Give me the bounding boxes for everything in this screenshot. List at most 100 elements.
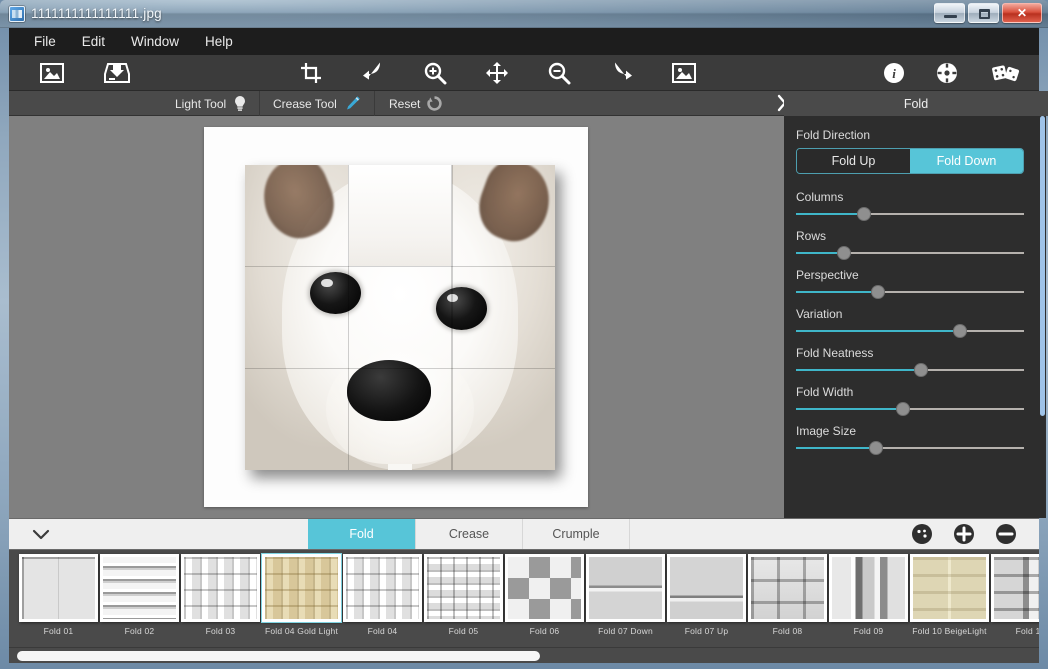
light-tool-label: Light Tool bbox=[175, 97, 226, 111]
scrollbar-thumb[interactable] bbox=[17, 651, 540, 661]
slider-perspective-knob[interactable] bbox=[871, 285, 885, 299]
remove-icon[interactable] bbox=[995, 523, 1017, 545]
minimize-button[interactable] bbox=[934, 3, 965, 23]
preset-tab-bar: Fold Crease Crumple bbox=[9, 518, 1039, 550]
slider-variation-track[interactable] bbox=[796, 330, 1024, 332]
panel-scrollbar[interactable] bbox=[1039, 116, 1046, 518]
slider-columns-label: Columns bbox=[796, 190, 1025, 204]
preset-label: Fold 09 bbox=[829, 626, 908, 636]
slider-columns-group: Columns bbox=[796, 190, 1025, 215]
slider-image-size-label: Image Size bbox=[796, 424, 1025, 438]
collapse-chevron-down-icon[interactable] bbox=[9, 519, 73, 549]
pan-move-icon[interactable] bbox=[476, 57, 518, 89]
slider-rows-knob[interactable] bbox=[837, 246, 851, 260]
slider-columns-track[interactable] bbox=[796, 213, 1024, 215]
slider-fold-width-group: Fold Width bbox=[796, 385, 1025, 410]
preset-item[interactable]: Fold 04 bbox=[343, 554, 422, 636]
slider-image-size-group: Image Size bbox=[796, 424, 1025, 449]
menu-bar: File Edit Window Help bbox=[9, 28, 1039, 55]
presets-icon[interactable] bbox=[985, 57, 1027, 89]
fold-direction-label: Fold Direction bbox=[796, 128, 1025, 142]
preset-label: Fold 02 bbox=[100, 626, 179, 636]
preset-label: Fold 08 bbox=[748, 626, 827, 636]
slider-rows-track[interactable] bbox=[796, 252, 1024, 254]
preset-label: Fold 07 Down bbox=[586, 626, 665, 636]
add-icon[interactable] bbox=[953, 523, 975, 545]
tab-crumple[interactable]: Crumple bbox=[522, 519, 629, 549]
slider-fold-width-track[interactable] bbox=[796, 408, 1024, 410]
info-icon[interactable]: i bbox=[873, 57, 915, 89]
slider-image-size-knob[interactable] bbox=[869, 441, 883, 455]
menu-edit[interactable]: Edit bbox=[69, 31, 118, 52]
slider-fold-width-label: Fold Width bbox=[796, 385, 1025, 399]
slider-rows-label: Rows bbox=[796, 229, 1025, 243]
slider-variation-knob[interactable] bbox=[953, 324, 967, 338]
fold-down-option[interactable]: Fold Down bbox=[910, 149, 1023, 173]
light-tool-button[interactable]: Light Tool bbox=[175, 91, 247, 116]
slider-fold-width-knob[interactable] bbox=[896, 402, 910, 416]
crease-tool-label: Crease Tool bbox=[273, 97, 337, 111]
preset-item[interactable]: Fold 09 bbox=[829, 554, 908, 636]
slider-image-size-track[interactable] bbox=[796, 447, 1024, 449]
preset-label: Fold 04 bbox=[343, 626, 422, 636]
close-button[interactable]: ✕ bbox=[1002, 3, 1042, 23]
crop-icon[interactable] bbox=[290, 57, 332, 89]
slider-fold-neatness-track[interactable] bbox=[796, 369, 1024, 371]
folded-photo-preview[interactable] bbox=[245, 165, 555, 470]
menu-file[interactable]: File bbox=[21, 31, 69, 52]
menu-window[interactable]: Window bbox=[118, 31, 192, 52]
preset-label: Fold 04 Gold Light bbox=[262, 626, 341, 636]
dog-photo bbox=[245, 165, 555, 470]
save-image-icon[interactable] bbox=[96, 57, 138, 89]
slider-fold-neatness-knob[interactable] bbox=[914, 363, 928, 377]
fold-direction-segmented-control: Fold Up Fold Down bbox=[796, 148, 1024, 174]
preset-label: Fold 06 bbox=[505, 626, 584, 636]
preset-item[interactable]: Fold 10 BeigeLight bbox=[910, 554, 989, 636]
slider-rows-group: Rows bbox=[796, 229, 1025, 254]
properties-panel: Fold Direction Fold Up Fold Down Columns… bbox=[784, 116, 1039, 518]
preset-item[interactable]: Fold 07 Down bbox=[586, 554, 665, 636]
slider-perspective-track[interactable] bbox=[796, 291, 1024, 293]
redo-arrow-icon[interactable] bbox=[601, 57, 643, 89]
slider-perspective-label: Perspective bbox=[796, 268, 1025, 282]
application-window: 1111111111111111.jpg ✕ File Edit Window … bbox=[0, 0, 1048, 669]
zoom-in-icon[interactable] bbox=[414, 57, 456, 89]
slider-columns-knob[interactable] bbox=[857, 207, 871, 221]
preset-thumbnails: Fold 01 Fold 02 Fold 03 Fold 04 Gold Lig… bbox=[19, 554, 1039, 636]
slider-variation-group: Variation bbox=[796, 307, 1025, 332]
reset-button[interactable]: Reset bbox=[389, 91, 442, 116]
menu-help[interactable]: Help bbox=[192, 31, 246, 52]
preset-item[interactable]: Fold 07 Up bbox=[667, 554, 746, 636]
tab-fold[interactable]: Fold bbox=[308, 519, 415, 549]
lightbulb-icon bbox=[233, 95, 247, 112]
preset-label: Fold 01 bbox=[19, 626, 98, 636]
fit-image-icon[interactable] bbox=[663, 57, 705, 89]
preset-item[interactable]: Fold 05 bbox=[424, 554, 503, 636]
maximize-button[interactable] bbox=[968, 3, 999, 23]
tab-crease[interactable]: Crease bbox=[415, 519, 522, 549]
preset-item[interactable]: Fold 08 bbox=[748, 554, 827, 636]
title-bar: 1111111111111111.jpg ✕ bbox=[0, 0, 1048, 28]
preset-item[interactable]: Fold 01 bbox=[19, 554, 98, 636]
preset-item[interactable]: Fold 10 bbox=[991, 554, 1039, 636]
zoom-out-icon[interactable] bbox=[538, 57, 580, 89]
paper-sheet bbox=[204, 127, 588, 507]
preset-strip-scrollbar[interactable] bbox=[9, 647, 1039, 663]
image-canvas[interactable] bbox=[9, 116, 784, 518]
preset-item-selected[interactable]: Fold 04 Gold Light bbox=[262, 554, 341, 636]
undo-arrow-icon[interactable] bbox=[352, 57, 394, 89]
preset-strip[interactable]: Fold 01 Fold 02 Fold 03 Fold 04 Gold Lig… bbox=[9, 550, 1039, 647]
open-image-icon[interactable] bbox=[31, 57, 73, 89]
slider-perspective-group: Perspective bbox=[796, 268, 1025, 293]
preset-item[interactable]: Fold 06 bbox=[505, 554, 584, 636]
pencil-icon bbox=[344, 95, 361, 112]
crease-tool-button[interactable]: Crease Tool bbox=[273, 91, 361, 116]
main-toolbar: i bbox=[9, 55, 1039, 91]
panel-title: Fold bbox=[784, 91, 1048, 116]
settings-icon[interactable] bbox=[926, 57, 968, 89]
sub-toolbar: Light Tool Crease Tool Reset Fold bbox=[9, 91, 1039, 116]
preset-item[interactable]: Fold 02 bbox=[100, 554, 179, 636]
randomize-icon[interactable] bbox=[911, 523, 933, 545]
preset-item[interactable]: Fold 03 bbox=[181, 554, 260, 636]
fold-up-option[interactable]: Fold Up bbox=[797, 149, 910, 173]
